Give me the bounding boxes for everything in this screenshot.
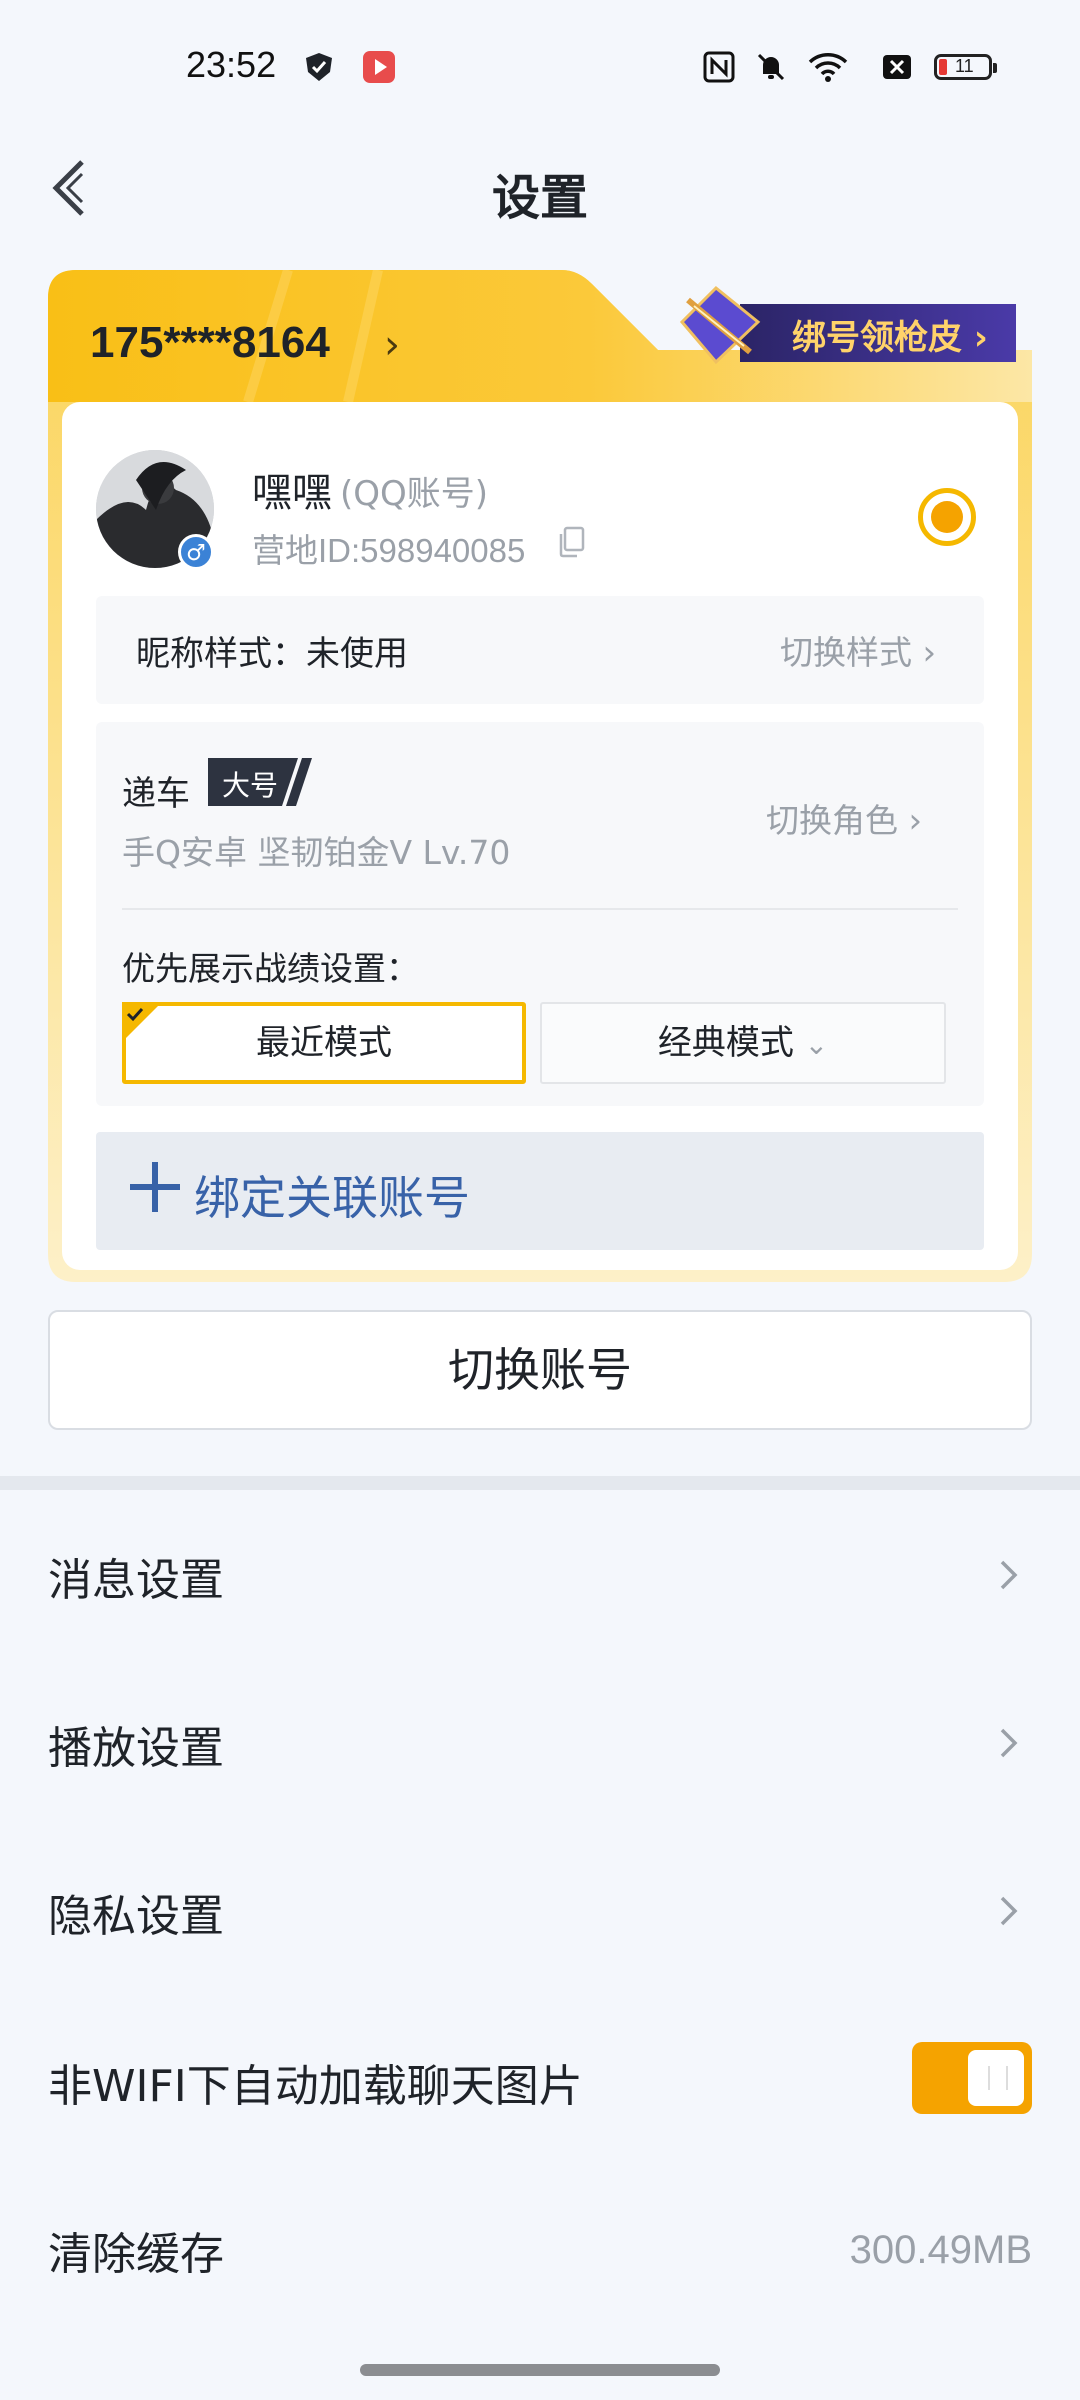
phone-chevron-icon: ›	[384, 322, 400, 368]
switch-account-button[interactable]: 切换账号	[48, 1310, 1032, 1430]
chevron-down-icon: ⌄	[804, 1028, 829, 1061]
classic-mode-dropdown[interactable]: 经典模式 ⌄	[540, 1002, 946, 1084]
nickname-style-label: 昵称样式：未使用	[136, 634, 408, 674]
auto-load-images-toggle[interactable]	[912, 2042, 1032, 2114]
playback-settings-item[interactable]: 播放设置	[48, 1712, 224, 1776]
chevron-right-icon: ›	[922, 633, 937, 673]
mute-icon	[757, 53, 785, 81]
nfc-icon	[703, 51, 735, 83]
divider	[122, 908, 958, 910]
shield-app-icon	[306, 53, 332, 81]
battery-level: 11	[955, 56, 974, 76]
section-divider	[0, 1476, 1080, 1490]
gender-male-icon: ♂	[178, 534, 214, 570]
switch-role-label: 切换角色	[766, 801, 898, 840]
classic-mode-label: 经典模式	[657, 1023, 794, 1063]
chevron-right-icon	[1000, 1896, 1018, 1926]
bind-reward-label[interactable]: 绑号领枪皮 ›	[792, 310, 988, 359]
camp-id: 营地ID:598940085	[252, 532, 526, 569]
switch-role-button[interactable]: 切换角色 ›	[766, 794, 922, 842]
copy-icon[interactable]	[556, 526, 586, 558]
user-name: 嘿嘿	[252, 470, 332, 516]
chevron-right-icon	[1000, 1728, 1018, 1758]
main-account-tag-label: 大号	[222, 769, 279, 802]
chevron-right-icon	[1000, 1560, 1018, 1590]
wifi-icon	[808, 53, 848, 82]
auto-load-images-label: 非WIFI下自动加载聊天图片	[48, 2061, 583, 2112]
recent-mode-button[interactable]: 最近模式	[122, 1002, 526, 1084]
sim-off-icon	[883, 55, 911, 79]
battery-icon: 11	[934, 54, 997, 80]
chevron-right-icon: ›	[908, 801, 923, 841]
switch-style-label: 切换样式	[780, 633, 912, 672]
status-time: 23:52	[186, 44, 277, 85]
cache-size: 300.49MB	[849, 2228, 1032, 2272]
priority-display-label: 优先展示战绩设置：	[122, 949, 419, 988]
video-app-icon	[363, 51, 395, 83]
clear-cache-item[interactable]: 清除缓存	[48, 2218, 224, 2282]
home-indicator[interactable]	[360, 2364, 720, 2376]
bind-linked-account-label: 绑定关联账号	[194, 1171, 470, 1225]
privacy-settings-item[interactable]: 隐私设置	[48, 1880, 224, 1944]
switch-style-button[interactable]: 切换样式 ›	[780, 626, 936, 674]
account-type: (QQ账号)	[340, 474, 489, 514]
page-title: 设置	[491, 170, 588, 226]
account-selected-radio[interactable]	[918, 488, 976, 546]
phone-number[interactable]: 175****8164	[90, 318, 330, 368]
role-name: 递车	[122, 774, 190, 814]
message-settings-item[interactable]: 消息设置	[48, 1544, 224, 1608]
plus-icon	[130, 1162, 180, 1212]
role-meta: 手Q安卓 坚韧铂金V Lv.70	[122, 833, 511, 872]
check-corner-icon	[122, 1002, 162, 1042]
